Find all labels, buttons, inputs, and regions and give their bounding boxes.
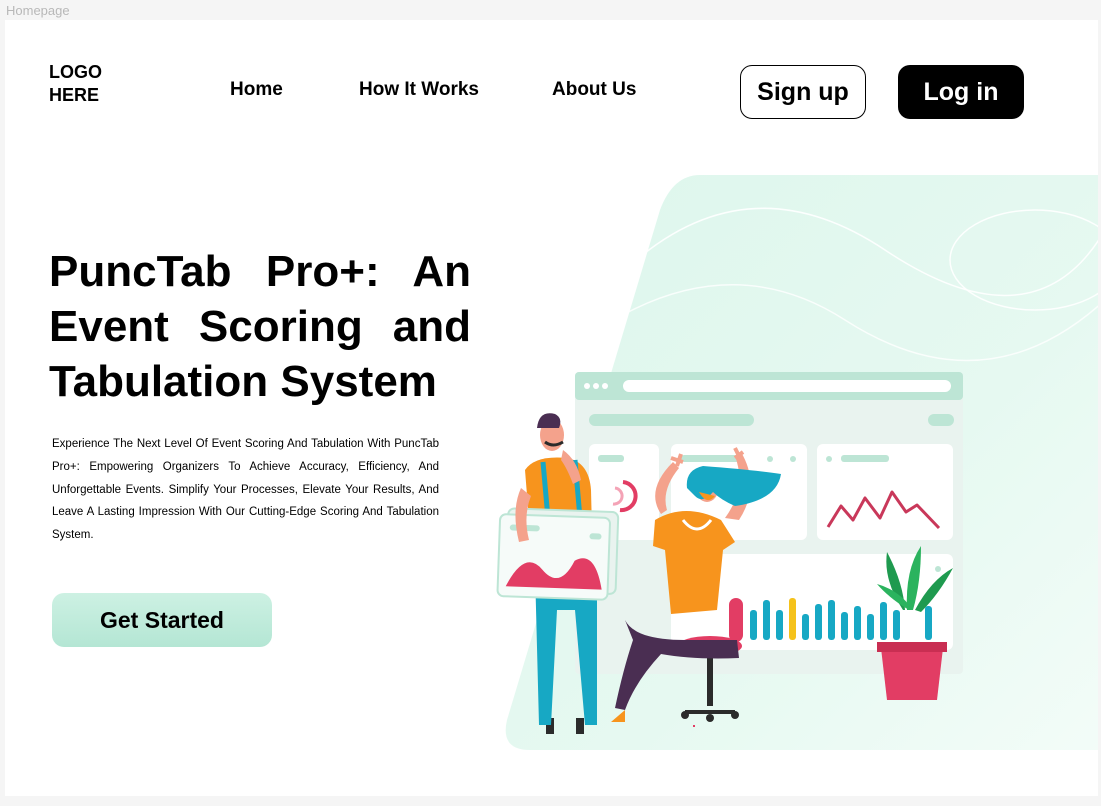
logo-placeholder[interactable]: LOGO HERE: [49, 61, 102, 107]
hero-illustration: [496, 175, 1098, 750]
homepage-frame: LOGO HERE Home How It Works About Us Sig…: [5, 20, 1098, 796]
dashboard-window: [575, 372, 963, 674]
logo-line-1: LOGO: [49, 62, 102, 82]
logo-line-2: HERE: [49, 85, 100, 105]
hero-description: Experience The Next Level Of Event Scori…: [52, 438, 439, 542]
nav-home-link[interactable]: Home: [230, 79, 283, 101]
signup-button[interactable]: Sign up: [740, 65, 866, 119]
get-started-button[interactable]: Get Started: [52, 593, 272, 647]
hero-title: PuncTab Pro+: An Event Scoring and Tabul…: [49, 247, 471, 406]
frame-label: Homepage: [6, 3, 70, 18]
login-button[interactable]: Log in: [898, 65, 1024, 119]
nav-how-it-works-link[interactable]: How It Works: [359, 79, 479, 101]
nav-about-us-link[interactable]: About Us: [552, 79, 636, 101]
